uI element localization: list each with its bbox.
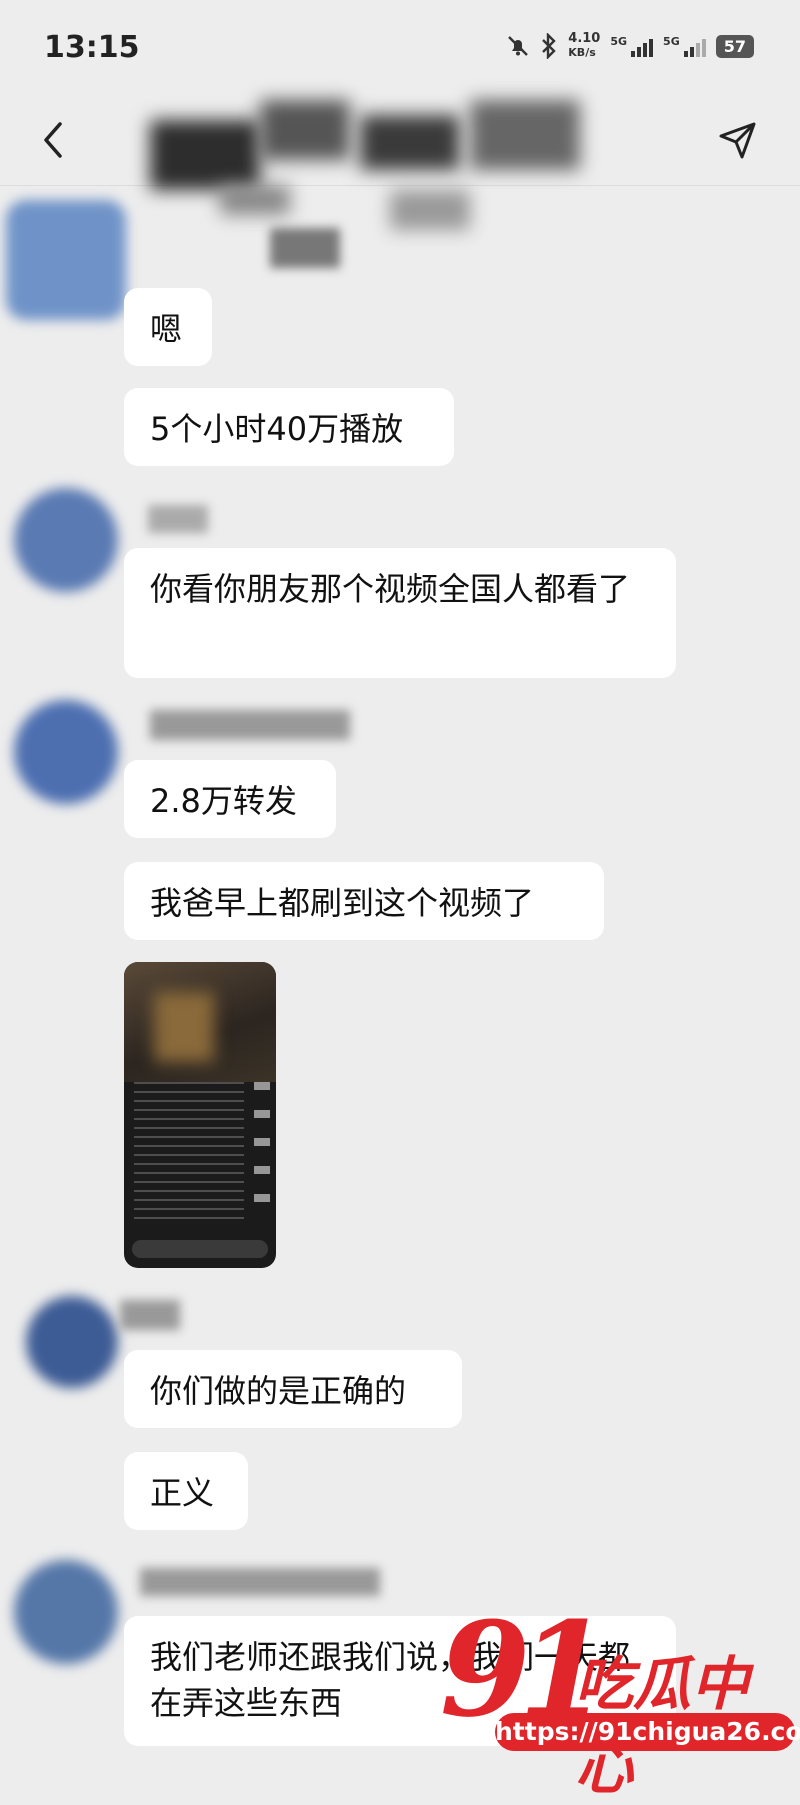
message-text: 你看你朋友那个视频全国人都看了 bbox=[150, 570, 631, 608]
status-time: 13:15 bbox=[44, 30, 140, 65]
message-text: 你们做的是正确的 bbox=[150, 1372, 407, 1410]
message-bubble[interactable]: 我爸早上都刷到这个视频了 bbox=[124, 862, 604, 940]
message-text: 正义 bbox=[150, 1474, 215, 1512]
signal-strength-2: 5G bbox=[663, 35, 706, 57]
video-caption-lines bbox=[134, 1082, 244, 1222]
signal-2-label: 5G bbox=[663, 35, 680, 48]
message-text: 嗯 bbox=[150, 310, 183, 348]
signal-1-label: 5G bbox=[610, 35, 628, 48]
message-bubble[interactable]: 我们老师还跟我们说，我们一天都在弄这些东西 bbox=[124, 1616, 676, 1746]
message-text: 2.8万转发 bbox=[150, 782, 297, 820]
message-bubble[interactable]: 你们做的是正确的 bbox=[124, 1350, 462, 1428]
video-side-icons bbox=[254, 1082, 270, 1202]
battery-indicator: 57 bbox=[715, 34, 754, 58]
redacted-name bbox=[140, 1568, 380, 1596]
redacted-name bbox=[148, 505, 208, 533]
video-comment-bar bbox=[132, 1240, 268, 1258]
redacted-name bbox=[270, 228, 340, 268]
message-text: 5个小时40万播放 bbox=[150, 410, 404, 448]
message-text: 我们老师还跟我们说，我们一天都在弄这些东西 bbox=[150, 1638, 631, 1722]
signal-strength-1: 5G bbox=[610, 35, 654, 57]
net-speed: 4.10 KB/s bbox=[568, 32, 600, 60]
net-speed-unit: KB/s bbox=[568, 46, 596, 59]
redacted-name bbox=[150, 710, 350, 740]
message-bubble[interactable]: 你看你朋友那个视频全国人都看了 bbox=[124, 548, 676, 678]
redacted-avatar[interactable] bbox=[6, 200, 126, 320]
status-icons: 4.10 KB/s 5G 5G 57 bbox=[506, 32, 754, 60]
chat-header bbox=[0, 100, 800, 230]
redacted-avatar[interactable] bbox=[26, 1296, 118, 1388]
redacted-avatar[interactable] bbox=[14, 488, 118, 592]
redacted-avatar[interactable] bbox=[14, 1560, 118, 1664]
video-thumbnail[interactable] bbox=[124, 962, 276, 1268]
send-icon[interactable] bbox=[716, 118, 760, 162]
message-bubble[interactable]: 5个小时40万播放 bbox=[124, 388, 454, 466]
message-text: 我爸早上都刷到这个视频了 bbox=[150, 884, 535, 922]
net-speed-value: 4.10 bbox=[568, 31, 601, 46]
redacted-chat-title bbox=[130, 80, 610, 230]
redacted-name bbox=[120, 1300, 180, 1330]
message-bubble[interactable]: 正义 bbox=[124, 1452, 248, 1530]
mute-bell-icon bbox=[508, 36, 529, 56]
redacted-avatar[interactable] bbox=[14, 700, 118, 804]
message-bubble[interactable]: 2.8万转发 bbox=[124, 760, 336, 838]
message-bubble[interactable]: 嗯 bbox=[124, 288, 212, 366]
bluetooth-icon bbox=[542, 33, 556, 59]
back-arrow-icon[interactable] bbox=[34, 118, 74, 162]
video-scene-highlight bbox=[154, 992, 214, 1062]
